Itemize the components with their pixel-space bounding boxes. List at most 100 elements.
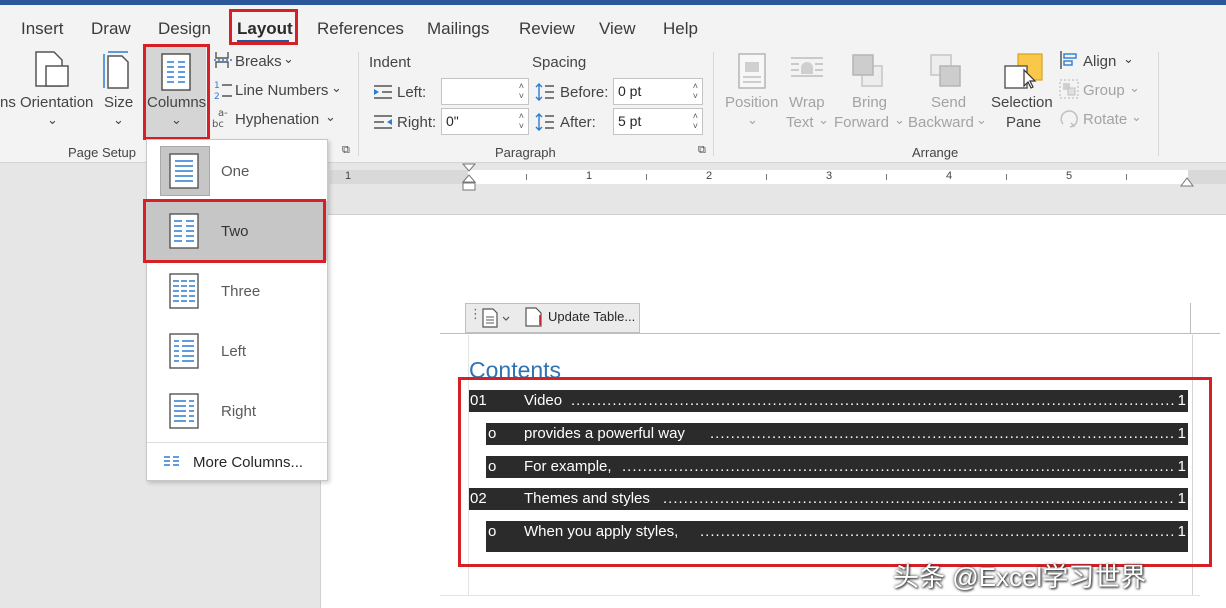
tab-review[interactable]: Review [519, 19, 575, 39]
tab-mailings[interactable]: Mailings [427, 19, 489, 39]
hyphenation-label[interactable]: Hyphenation [235, 111, 319, 128]
page-setup-group-label: Page Setup [68, 145, 136, 160]
watermark: 头条 @Excel学习世界 [893, 562, 1147, 592]
ruler-tick [1126, 174, 1127, 180]
hyphenation-chevron-icon[interactable]: ⌄ [325, 109, 336, 125]
ruler-number: 1 [586, 170, 593, 182]
rotate-label: Rotate [1083, 111, 1128, 128]
position-icon [738, 53, 766, 89]
indent-marker-icon[interactable] [462, 163, 476, 193]
selection-pane-label-2[interactable]: Pane [1006, 114, 1041, 131]
orientation-label[interactable]: ns Orientation [0, 94, 93, 111]
margin-guide [440, 595, 1200, 596]
spacing-after-label: After: [560, 114, 596, 131]
ruler-number: 2 [706, 170, 713, 182]
indent-label: Indent [369, 54, 411, 71]
spinner-arrows-icon[interactable]: ˄ ˅ [519, 81, 524, 101]
svg-text:2: 2 [214, 92, 220, 101]
columns-option-three[interactable]: Three [147, 261, 327, 321]
spinner-arrows-icon[interactable]: ˄ ˅ [693, 111, 698, 131]
ruler-tick [1006, 174, 1007, 180]
spacing-after-input[interactable]: 5 pt ˄ ˅ [613, 108, 703, 135]
hyphenation-icon[interactable]: a- bc [211, 107, 233, 129]
align-label[interactable]: Align [1083, 53, 1116, 70]
left-column-icon [169, 333, 199, 369]
wrap-text-label-2: Text [786, 114, 814, 131]
indent-right-input[interactable]: 0" ˄ ˅ [441, 108, 529, 135]
group-icon [1059, 79, 1079, 99]
right-indent-marker-icon[interactable] [1180, 172, 1194, 188]
svg-text:a-: a- [218, 108, 228, 119]
send-backward-chevron-icon: ⌄ [976, 112, 987, 127]
ruler-tick [766, 174, 767, 180]
columns-option-label: Right [221, 403, 257, 420]
ruler-number: 3 [826, 170, 833, 182]
bring-forward-chevron-icon: ⌄ [894, 112, 905, 127]
tab-help[interactable]: Help [663, 19, 698, 39]
ribbon-tabs: Insert Draw Design Layout References Mai… [0, 5, 1226, 45]
margin-guide [440, 333, 1220, 334]
breaks-icon[interactable] [213, 50, 233, 70]
indent-left-input[interactable]: ˄ ˅ [441, 78, 529, 105]
size-icon[interactable] [100, 50, 132, 90]
document-canvas [321, 191, 1226, 214]
indent-right-icon [374, 115, 392, 129]
columns-option-right[interactable]: Right [147, 381, 327, 441]
spinner-arrows-icon[interactable]: ˄ ˅ [693, 81, 698, 101]
selection-pane-icon[interactable] [1002, 52, 1044, 92]
breaks-chevron-icon[interactable]: ⌄ [283, 51, 294, 67]
indent-left-label: Left: [397, 84, 427, 101]
line-numbers-icon[interactable]: 1 2 [213, 79, 233, 101]
orientation-icon[interactable] [32, 50, 72, 90]
highlight-layout-tab [229, 9, 298, 45]
align-chevron-icon[interactable]: ⌄ [1123, 51, 1134, 67]
indent-right-label: Right: [397, 114, 437, 131]
columns-option-left[interactable]: Left [147, 321, 327, 381]
breaks-label[interactable]: Breaks [235, 53, 282, 70]
spinner-arrows-icon[interactable]: ˄ ˅ [519, 111, 524, 131]
ruler-tick [886, 174, 887, 180]
toc-options-icon[interactable] [481, 308, 513, 328]
orientation-chevron-icon[interactable]: ⌄ [47, 112, 58, 128]
line-numbers-chevron-icon[interactable]: ⌄ [331, 80, 342, 96]
columns-option-label: One [221, 163, 250, 180]
ruler-tick [526, 174, 527, 180]
tab-view[interactable]: View [599, 19, 636, 39]
three-columns-icon [169, 273, 199, 309]
wrap-text-icon [791, 57, 823, 77]
update-table-button[interactable]: Update Table... [548, 309, 635, 324]
bring-forward-label-2: Forward [834, 114, 890, 131]
more-columns-label: More Columns... [193, 454, 304, 471]
group-separator [713, 52, 714, 156]
spacing-before-input[interactable]: 0 pt ˄ ˅ [613, 78, 703, 105]
selection-pane-label-1[interactable]: Selection [991, 94, 1053, 111]
tab-insert[interactable]: Insert [21, 19, 64, 39]
group-separator [1158, 52, 1159, 156]
group-label: Group [1083, 82, 1125, 99]
group-chevron-icon: ⌄ [1129, 80, 1140, 95]
arrange-group-label: Arrange [912, 145, 959, 160]
columns-option-one[interactable]: One [147, 141, 327, 201]
send-backward-icon [930, 54, 961, 87]
rotate-icon [1060, 110, 1078, 128]
more-columns-item[interactable]: More Columns... [147, 446, 327, 478]
tab-design[interactable]: Design [158, 19, 211, 39]
tab-references[interactable]: References [317, 19, 404, 39]
page-setup-launcher-icon[interactable]: ⧉ [342, 144, 350, 157]
right-column-icon [169, 393, 199, 429]
update-table-icon[interactable] [524, 307, 544, 327]
align-icon[interactable] [1059, 50, 1079, 70]
ruler-number: 4 [946, 170, 953, 182]
size-chevron-icon[interactable]: ⌄ [113, 112, 124, 128]
paragraph-launcher-icon[interactable]: ⧉ [698, 144, 706, 157]
bring-forward-label-1: Bring [852, 94, 888, 111]
line-numbers-label[interactable]: Line Numbers [235, 82, 328, 99]
wrap-text-label-1: Wrap [789, 94, 825, 111]
columns-option-label: Left [221, 343, 247, 360]
margin-guide [1190, 303, 1191, 333]
indent-left-icon [374, 85, 392, 99]
spacing-before-value: 0 pt [618, 83, 642, 99]
rotate-chevron-icon: ⌄ [1131, 109, 1142, 124]
size-label[interactable]: Size [104, 94, 133, 111]
tab-draw[interactable]: Draw [91, 19, 131, 39]
